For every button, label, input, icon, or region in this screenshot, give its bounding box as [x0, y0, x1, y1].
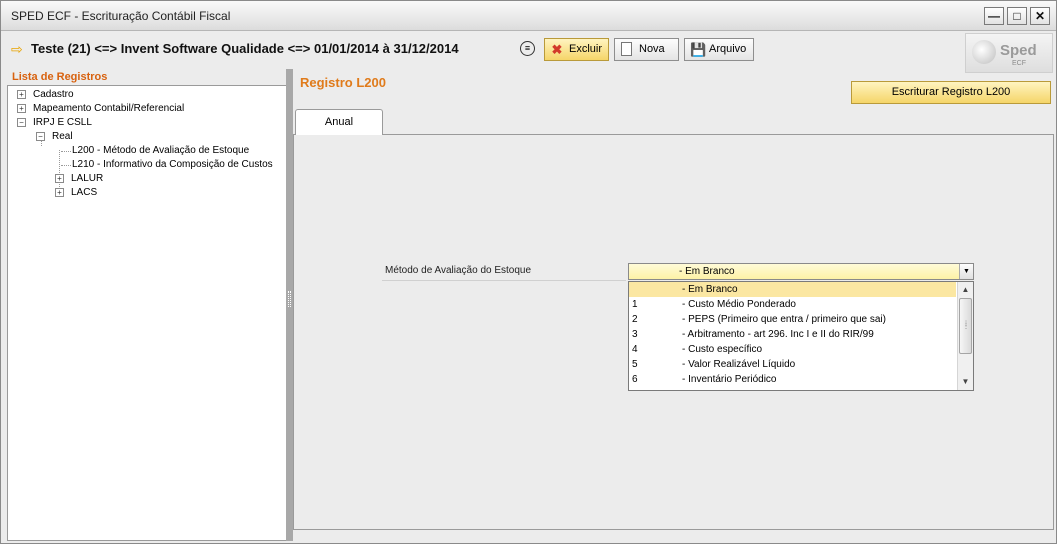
main-panel: Registro L200 Escriturar Registro L200 A… — [293, 69, 1056, 541]
dropdown-option[interactable]: - Em Branco — [629, 282, 956, 297]
tree-item-label: Real — [52, 131, 73, 142]
tab-content: Método de Avaliação do Estoque - Em Bran… — [293, 134, 1054, 530]
logo-text: Sped — [1000, 42, 1037, 59]
dropdown-option[interactable]: 1 - Custo Médio Ponderado — [629, 297, 956, 312]
arquivo-label: Arquivo — [709, 43, 747, 55]
arrow-right-icon: ⇨ — [11, 41, 23, 57]
option-code: 6 — [632, 374, 638, 385]
option-code: 3 — [632, 329, 638, 340]
maximize-button[interactable]: □ — [1007, 7, 1027, 25]
option-code: 2 — [632, 314, 638, 325]
expand-plus-icon[interactable]: + — [17, 104, 26, 113]
dropdown-option[interactable]: 4 - Custo específico — [629, 342, 956, 357]
records-panel: Lista de Registros + Cadastro + Mapeamen… — [7, 69, 287, 541]
close-button[interactable]: ✕ — [1030, 7, 1050, 25]
option-code: 4 — [632, 344, 638, 355]
tree-item-label: IRPJ E CSLL — [33, 117, 92, 128]
combobox-value: - Em Branco — [679, 266, 735, 277]
metodo-avaliacao-label: Método de Avaliação do Estoque — [385, 265, 532, 276]
scroll-thumb[interactable]: ⋮ ⋮ — [959, 298, 972, 354]
scroll-up-icon[interactable]: ▲ — [958, 282, 973, 297]
records-panel-title: Lista de Registros — [12, 71, 108, 83]
expand-plus-icon[interactable]: + — [17, 90, 26, 99]
expand-plus-icon[interactable]: + — [55, 188, 64, 197]
panel-splitter[interactable] — [286, 69, 293, 541]
option-label: - Custo específico — [682, 344, 763, 355]
dropdown-option[interactable]: 2 - PEPS (Primeiro que entra / primeiro … — [629, 312, 956, 327]
company-period-heading: Teste (21) <=> Invent Software Qualidade… — [31, 41, 459, 56]
option-label: - PEPS (Primeiro que entra / primeiro qu… — [682, 314, 886, 325]
splitter-grip-icon[interactable] — [288, 291, 291, 307]
option-label: - Inventário Periódico — [682, 374, 777, 385]
minimize-button[interactable]: — — [984, 7, 1004, 25]
new-document-icon — [621, 42, 632, 56]
logo-subtext: ECF — [1012, 60, 1026, 67]
grip-icon: ⋮ ⋮ — [963, 321, 969, 330]
metodo-dropdown-list: - Em Branco 1 - Custo Médio Ponderado 2 … — [628, 281, 974, 391]
logo-swirl-icon — [972, 40, 996, 64]
tree-connector — [61, 151, 71, 152]
tree-item-l210[interactable]: L210 - Informativo da Composição de Cust… — [72, 159, 273, 170]
tree-item-label: LACS — [71, 187, 98, 198]
excluir-label: Excluir — [569, 43, 603, 55]
tree-item-label: Cadastro — [33, 89, 74, 100]
save-disk-icon: 💾 — [690, 42, 707, 57]
scroll-down-icon[interactable]: ▼ — [958, 374, 973, 389]
tree-item-l200[interactable]: L200 - Método de Avaliação de Estoque — [72, 145, 249, 156]
dropdown-option[interactable]: 5 - Valor Realizável Líquido — [629, 357, 956, 372]
arquivo-button[interactable]: 💾 Arquivo — [684, 38, 754, 61]
collapse-minus-icon[interactable]: − — [36, 132, 45, 141]
tree-item-label: L200 - Método de Avaliação de Estoque — [72, 145, 250, 156]
dropdown-option[interactable]: 6 - Inventário Periódico — [629, 372, 956, 387]
menu-circle-icon[interactable]: ≡ — [520, 41, 535, 56]
nova-label: Nova — [639, 43, 665, 55]
title-bar: SPED ECF - Escrituração Contábil Fiscal … — [1, 1, 1056, 31]
tab-anual[interactable]: Anual — [295, 109, 383, 135]
option-label: - Custo Médio Ponderado — [682, 299, 796, 310]
option-label: - Arbitramento - art 296. Inc I e II do … — [682, 329, 874, 340]
tree-connector — [61, 165, 71, 166]
tree-connector — [59, 150, 60, 193]
nova-button[interactable]: Nova — [614, 38, 679, 61]
tree-item-label: Mapeamento Contabil/Referencial — [33, 103, 185, 114]
collapse-minus-icon[interactable]: − — [17, 118, 26, 127]
toolbar: ⇨ Teste (21) <=> Invent Software Qualida… — [1, 32, 1056, 68]
option-label: - Valor Realizável Líquido — [682, 359, 796, 370]
window-title: SPED ECF - Escrituração Contábil Fiscal — [11, 9, 231, 23]
option-code: 1 — [632, 299, 638, 310]
app-window: SPED ECF - Escrituração Contábil Fiscal … — [0, 0, 1057, 544]
records-tree: + Cadastro + Mapeamento Contabil/Referen… — [7, 85, 287, 541]
excluir-button[interactable]: ✖ Excluir — [544, 38, 609, 61]
tree-item-label: L210 - Informativo da Composição de Cust… — [72, 159, 273, 170]
metodo-avaliacao-combobox[interactable]: - Em Branco ▼ — [628, 263, 974, 280]
delete-x-icon: ✖ — [551, 42, 563, 57]
escriturar-button[interactable]: Escriturar Registro L200 — [851, 81, 1051, 104]
option-label: - Em Branco — [682, 284, 738, 295]
option-code: 5 — [632, 359, 638, 370]
dropdown-scrollbar[interactable]: ▲ ⋮ ⋮ ▼ — [957, 282, 973, 390]
chevron-down-icon[interactable]: ▼ — [959, 264, 973, 279]
expand-plus-icon[interactable]: + — [55, 174, 64, 183]
page-title: Registro L200 — [300, 75, 386, 90]
dropdown-option[interactable]: 3 - Arbitramento - art 296. Inc I e II d… — [629, 327, 956, 342]
field-divider — [382, 280, 626, 281]
tree-item-label: LALUR — [71, 173, 104, 184]
sped-ecf-logo: Sped ECF — [965, 33, 1053, 73]
